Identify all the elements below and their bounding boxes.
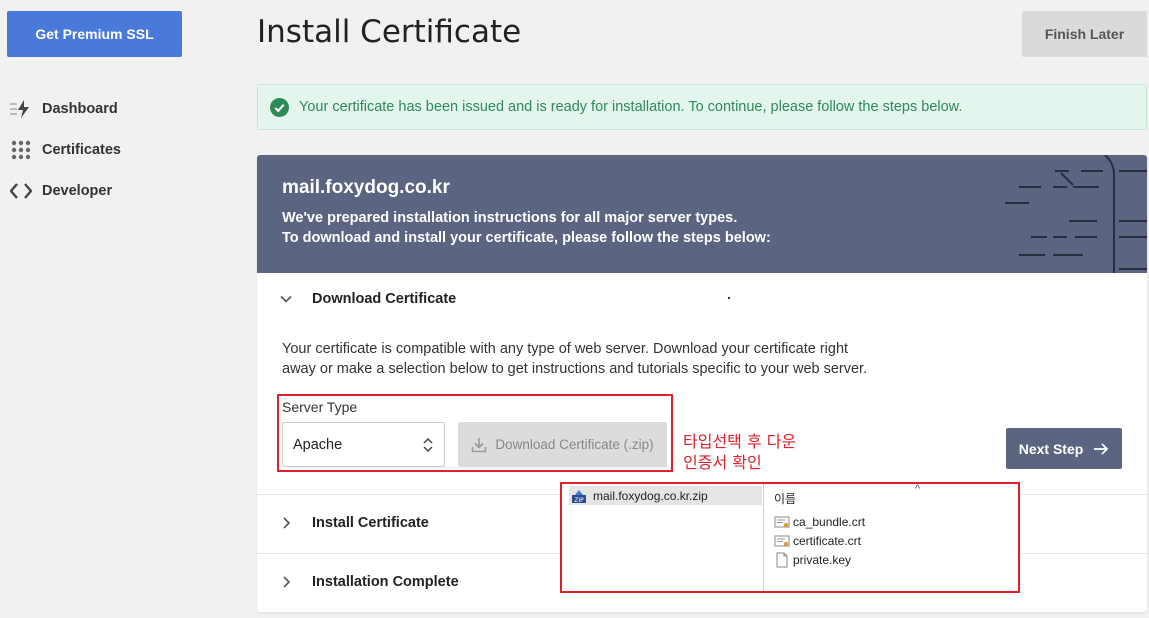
- card-header: mail.foxydog.co.kr We've prepared instal…: [257, 155, 1147, 273]
- domain-name: mail.foxydog.co.kr: [282, 177, 450, 198]
- annotation-highlight-box: [277, 394, 673, 472]
- step-download-header[interactable]: Download Certificate: [257, 291, 1147, 307]
- decorative-pattern-icon: [1005, 155, 1147, 273]
- file-item[interactable]: certificate.crt: [774, 532, 861, 550]
- sidebar-item-label: Certificates: [42, 141, 121, 158]
- get-premium-ssl-button[interactable]: Get Premium SSL: [7, 11, 182, 57]
- header-instructions-line2: To download and install your certificate…: [282, 230, 771, 246]
- sort-caret-icon[interactable]: ^: [915, 483, 920, 495]
- sidebar-item-certificates[interactable]: Certificates: [8, 129, 208, 170]
- svg-text:ZIP: ZIP: [574, 497, 584, 504]
- column-header-name[interactable]: 이름: [774, 490, 796, 507]
- file-explorer-overlay: ZIP mail.foxydog.co.kr.zip ^ 이름 ca_bundl…: [560, 482, 1020, 593]
- header-instructions-line1: We've prepared installation instructions…: [282, 210, 738, 226]
- explorer-left-pane: ZIP mail.foxydog.co.kr.zip: [562, 484, 764, 591]
- code-icon: [8, 179, 34, 203]
- chevron-down-icon: [280, 295, 292, 303]
- step-download[interactable]: Download Certificate: [257, 291, 1147, 307]
- blank-file-icon: [776, 552, 788, 568]
- file-item[interactable]: ca_bundle.crt: [774, 513, 865, 531]
- page-title: Install Certificate: [257, 14, 522, 50]
- sidebar-nav: Dashboard Certificates Developer: [8, 88, 208, 211]
- check-circle-icon: [270, 97, 289, 117]
- step-complete-title: Installation Complete: [312, 574, 459, 590]
- grid-icon: [8, 138, 34, 162]
- certificate-file-icon: [774, 535, 790, 547]
- step-download-title: Download Certificate: [312, 291, 457, 307]
- zip-folder-icon: ZIP: [572, 489, 586, 504]
- annotation-text: 타입선택 후 다운 인증서 확인: [683, 432, 797, 472]
- arrow-right-icon: [1094, 442, 1109, 455]
- stray-dot: [728, 297, 730, 299]
- next-step-button[interactable]: Next Step: [1006, 428, 1122, 469]
- success-alert: Your certificate has been issued and is …: [257, 84, 1147, 130]
- file-item[interactable]: private.key: [774, 551, 851, 569]
- alert-message: Your certificate has been issued and is …: [299, 99, 963, 115]
- certificate-file-icon: [774, 516, 790, 528]
- sidebar-item-label: Developer: [42, 182, 113, 199]
- sidebar-item-label: Dashboard: [42, 100, 118, 117]
- step-install-title: Install Certificate: [312, 515, 429, 531]
- lightning-icon: [8, 97, 34, 121]
- chevron-right-icon: [283, 576, 291, 588]
- explorer-right-pane: ^ 이름 ca_bundle.crt certificate.crt priva…: [768, 483, 1018, 591]
- chevron-right-icon: [283, 517, 291, 529]
- finish-later-button[interactable]: Finish Later: [1022, 11, 1147, 57]
- zip-file-item[interactable]: ZIP mail.foxydog.co.kr.zip: [569, 486, 762, 505]
- download-description: Your certificate is compatible with any …: [282, 341, 868, 377]
- sidebar-item-developer[interactable]: Developer: [8, 170, 208, 211]
- sidebar-item-dashboard[interactable]: Dashboard: [8, 88, 208, 129]
